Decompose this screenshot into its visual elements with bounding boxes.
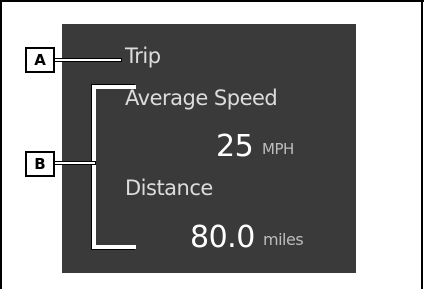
distance-value: 80.0 (190, 220, 255, 255)
average-speed-unit: MPH (262, 140, 294, 158)
frame-left-border (0, 0, 2, 289)
average-speed-value: 25 (216, 129, 254, 164)
callout-b-leader-line (55, 162, 95, 164)
callout-a-leader-line (55, 59, 121, 61)
frame-right-border (421, 0, 423, 289)
callout-label-b: B (25, 151, 55, 177)
frame-top-border (0, 0, 424, 2)
callout-label-a: A (25, 47, 55, 73)
distance-unit: miles (263, 230, 304, 249)
callout-b-bracket (92, 85, 136, 249)
trip-title: Trip (125, 44, 161, 68)
average-speed-label: Average Speed (125, 86, 278, 110)
distance-label: Distance (125, 176, 213, 200)
